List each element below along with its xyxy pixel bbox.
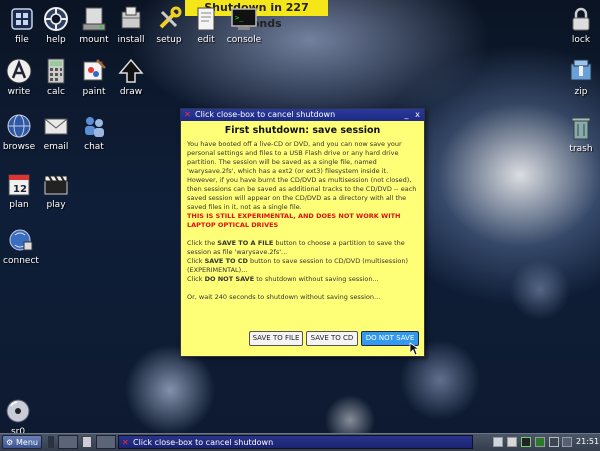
calendar-icon: 12 [4,169,34,199]
terminal-icon: >_ [229,4,259,34]
tray-volume-icon[interactable] [549,437,559,447]
desktop-icon-label: connect [3,256,39,266]
tray-status-icon[interactable] [535,437,545,447]
wrench-icon [154,4,184,34]
experimental-warning: THIS IS STILL EXPERIMENTAL, AND DOES NOT… [187,212,401,229]
clock: 21:51 [576,437,600,446]
optical-drive-icon [3,396,33,426]
save-to-cd-button[interactable]: SAVE TO CD [306,331,358,346]
taskbar-separator [48,436,54,448]
desktop-icon-label: chat [84,142,104,152]
file-manager-icon [7,4,37,34]
menu-label: Menu [16,438,38,447]
dialog-title: Click close-box to cancel shutdown [195,110,336,119]
envelope-icon [41,111,71,141]
minimize-button[interactable]: _ [402,110,411,119]
lifebuoy-icon [41,4,71,34]
clapperboard-icon [41,169,71,199]
desktop-icon-zip[interactable]: zip [559,56,600,98]
menu-button[interactable]: ⚙ Menu [2,435,42,449]
svg-text:12: 12 [13,184,27,195]
dialog-titlebar[interactable]: ✕ Click close-box to cancel shutdown _ x [181,109,424,121]
drive-icon [79,4,109,34]
trash-icon [566,113,596,143]
package-icon [116,4,146,34]
wait-notice: Or, wait 240 seconds to shutdown without… [187,293,381,301]
archive-icon [566,56,596,86]
shutdown-dialog: ✕ Click close-box to cancel shutdown _ x… [180,108,425,357]
mouse-cursor-icon [409,342,419,356]
desktop-icon-connect[interactable]: connect [0,225,43,267]
dialog-heading: First shutdown: save session [224,125,381,136]
network-connect-icon [6,225,36,255]
abiword-icon [4,56,34,86]
desktop-icon-label: lock [571,35,591,45]
tray-network-icon[interactable] [507,437,517,447]
desktop-icon-draw[interactable]: draw [109,56,153,98]
dialog-body: First shutdown: save session You have bo… [181,121,424,304]
desktop-icon-label: trash [569,144,593,154]
paragraph-intro: You have booted off a live-CD or DVD, an… [187,140,402,175]
desktop-icon-play[interactable]: play [34,169,78,211]
desktop-icon-label: console [226,35,262,45]
globe-icon [4,111,34,141]
desktop-icon-label: draw [119,87,143,97]
window-app-icon: ✕ [184,110,191,119]
desktop-icon-label: zip [574,87,588,97]
calculator-icon [41,56,71,86]
taskbar-window-button[interactable]: ✕ Click close-box to cancel shutdown [118,435,473,449]
text-editor-icon [191,4,221,34]
menu-logo-icon: ⚙ [6,438,14,447]
chat-people-icon [79,111,109,141]
tray-misc-icon[interactable] [562,437,572,447]
paint-icon [79,56,109,86]
taskbar: ⚙ Menu ✕ Click close-box to cancel shutd… [0,433,600,451]
instruction-save-file: Click the SAVE TO A FILE button to choos… [187,239,405,256]
close-button[interactable]: x [413,110,422,119]
desktop-icon-lock[interactable]: lock [559,4,600,46]
task-label: Click close-box to cancel shutdown [133,438,274,447]
quicklaunch-file-icon[interactable] [82,436,92,448]
task-app-icon: ✕ [122,438,129,447]
tray-monitor-icon[interactable] [521,437,531,447]
paragraph-multisession: However, if you have burnt the CD/DVD as… [187,176,417,211]
instruction-no-save: Click DO NOT SAVE to shutdown without sa… [187,275,379,283]
desktop-icon-sr0[interactable]: sr0 [0,396,40,438]
instruction-save-cd: Click SAVE TO CD button to save session … [187,257,409,274]
padlock-icon [566,4,596,34]
workspace-pager[interactable] [96,435,116,449]
inkscape-icon [116,56,146,86]
tray-drive-icon[interactable] [493,437,503,447]
show-desktop-icon[interactable] [58,435,78,449]
svg-text:>_: >_ [235,14,244,22]
desktop-icon-chat[interactable]: chat [72,111,116,153]
desktop-icon-trash[interactable]: trash [559,113,600,155]
save-to-file-button[interactable]: SAVE TO FILE [249,331,303,346]
desktop-icon-label: play [46,200,66,210]
desktop-icon-console[interactable]: >_ console [222,4,266,46]
